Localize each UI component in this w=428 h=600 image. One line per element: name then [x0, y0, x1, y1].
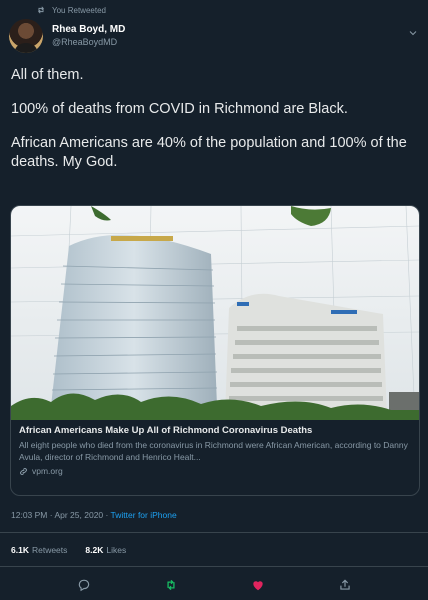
link-card-description: All eight people who died from the coron…	[19, 440, 408, 462]
retweets-label: Retweets	[31, 545, 68, 555]
like-icon	[252, 581, 263, 591]
link-card-title[interactable]: African Americans Make Up All of Richmon…	[19, 425, 411, 436]
author-names[interactable]: Rhea Boyd, MD @RheaBoydMD	[52, 24, 125, 48]
tweet-body: All of them. 100% of deaths from COVID i…	[11, 66, 417, 187]
avatar[interactable]	[9, 19, 43, 53]
retweet-icon	[166, 579, 175, 591]
tweet-paragraph: 100% of deaths from COVID in Richmond ar…	[11, 101, 348, 117]
link-card[interactable]: African Americans Make Up All of Richmon…	[10, 205, 420, 496]
tweet-source[interactable]: Twitter for iPhone	[111, 510, 177, 520]
like-button[interactable]	[251, 578, 265, 592]
retweet-banner: You Retweeted	[36, 5, 106, 15]
link-card-domain: vpm.org	[19, 466, 411, 476]
retweet-banner-label: You Retweeted	[52, 5, 106, 15]
tweet-actions	[0, 574, 428, 596]
author-handle[interactable]: @RheaBoydMD	[52, 37, 125, 48]
reply-icon	[78, 579, 89, 592]
link-card-domain-text: vpm.org	[32, 466, 63, 476]
retweets-stat[interactable]: 6.1K Retweets	[11, 545, 67, 555]
share-icon	[339, 579, 350, 590]
link-card-meta[interactable]: African Americans Make Up All of Richmon…	[11, 420, 419, 476]
link-icon	[20, 467, 27, 475]
likes-count: 8.2K	[85, 545, 104, 555]
divider	[0, 566, 428, 567]
likes-label: Likes	[106, 545, 127, 555]
tweet-stats: 6.1K Retweets 8.2K Likes	[11, 545, 126, 555]
divider	[0, 532, 428, 533]
tweet-metadata: 12:03 PM · Apr 25, 2020 · Twitter for iP…	[11, 510, 177, 520]
author-display-name[interactable]: Rhea Boyd, MD	[52, 24, 125, 37]
retweets-count: 6.1K	[11, 545, 29, 555]
reply-button[interactable]	[77, 578, 91, 592]
tweet-paragraph: African Americans are 40% of the populat…	[11, 135, 407, 170]
tweet-paragraph: All of them.	[11, 67, 84, 83]
likes-stat[interactable]: 8.2K Likes	[85, 545, 126, 555]
tweet-header: Rhea Boyd, MD @RheaBoydMD	[9, 19, 419, 53]
share-button[interactable]	[338, 578, 352, 592]
tweet-timestamp[interactable]: 12:03 PM · Apr 25, 2020 ·	[11, 510, 111, 520]
chevron-down-icon[interactable]	[407, 27, 419, 39]
retweet-small-icon	[38, 6, 44, 14]
link-card-image[interactable]	[11, 206, 419, 420]
retweet-button[interactable]	[164, 578, 178, 592]
